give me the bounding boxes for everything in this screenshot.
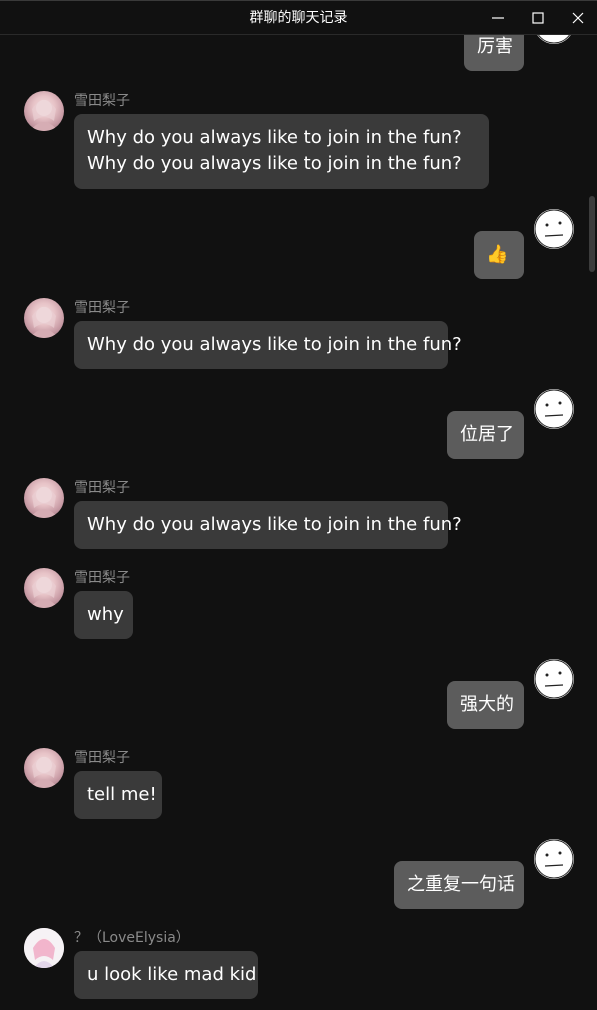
scrollbar-thumb[interactable] xyxy=(589,196,595,272)
message-bubble[interactable]: tell me! xyxy=(74,771,162,819)
chat-history[interactable]: 厉害 雪田梨子 Why do you always like to join i… xyxy=(0,35,597,1010)
sender-name: ？（LoveElysia） xyxy=(74,930,190,946)
minimize-icon xyxy=(492,17,504,19)
message-bubble[interactable]: 位居了 xyxy=(447,411,524,459)
maximize-icon xyxy=(532,12,544,24)
avatar-elysia-icon[interactable] xyxy=(24,928,64,968)
minimize-button[interactable] xyxy=(478,1,518,35)
message-bubble[interactable]: Why do you always like to join in the fu… xyxy=(74,501,462,549)
avatar-girl-icon[interactable] xyxy=(24,298,64,338)
close-icon xyxy=(572,12,584,24)
avatar-face-icon[interactable] xyxy=(534,839,574,879)
message-bubble[interactable]: 强大的 xyxy=(447,681,524,729)
avatar-face-icon[interactable] xyxy=(534,35,574,44)
sender-name: 雪田梨子 xyxy=(74,300,130,316)
title-bar: 群聊的聊天记录 xyxy=(0,0,597,35)
avatar-face-icon[interactable] xyxy=(534,389,574,429)
message-bubble[interactable]: u look like mad kid xyxy=(74,951,258,999)
message-bubble[interactable]: 之重复一句话 xyxy=(394,861,524,909)
sender-name: 雪田梨子 xyxy=(74,93,130,109)
close-button[interactable] xyxy=(558,1,597,35)
message-bubble[interactable]: Why do you always like to join in the fu… xyxy=(74,114,489,189)
message-bubble[interactable]: Why do you always like to join in the fu… xyxy=(74,321,462,369)
sender-name: 雪田梨子 xyxy=(74,480,130,496)
message-bubble[interactable]: why xyxy=(74,591,133,639)
avatar-face-icon[interactable] xyxy=(534,209,574,249)
avatar-girl-icon[interactable] xyxy=(24,91,64,131)
avatar-girl-icon[interactable] xyxy=(24,748,64,788)
avatar-face-icon[interactable] xyxy=(534,659,574,699)
sender-name: 雪田梨子 xyxy=(74,750,130,766)
avatar-girl-icon[interactable] xyxy=(24,478,64,518)
maximize-button[interactable] xyxy=(518,1,558,35)
avatar-girl-icon[interactable] xyxy=(24,568,64,608)
sender-name: 雪田梨子 xyxy=(74,570,130,586)
message-bubble[interactable]: 👍 xyxy=(474,231,524,279)
message-bubble[interactable]: 厉害 xyxy=(464,35,524,71)
